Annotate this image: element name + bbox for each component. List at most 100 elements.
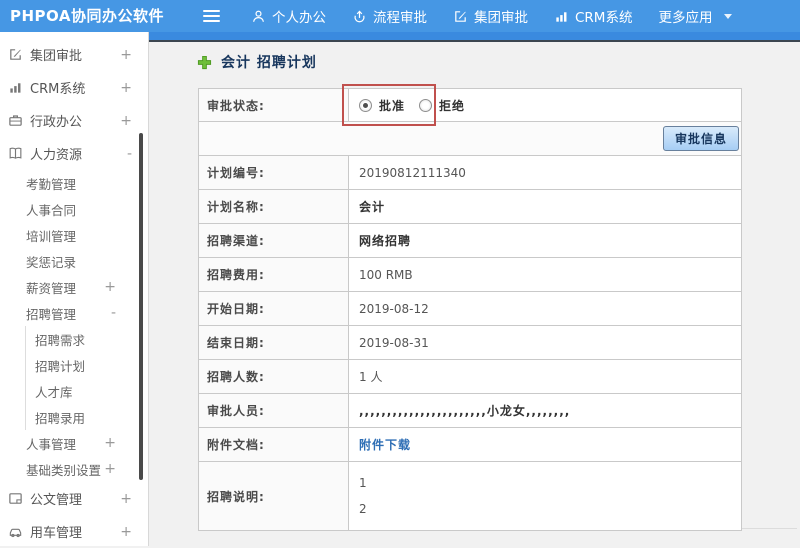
sidebar-item-label: 招聘计划 xyxy=(35,358,86,374)
page-title-text: 会计 招聘计划 xyxy=(221,55,317,71)
radio-reject-label[interactable]: 拒绝 xyxy=(439,97,465,114)
sidebar-item-recruit-plan[interactable]: 招聘计划 xyxy=(25,352,148,378)
row-start-date: 开始日期: 2019-08-12 xyxy=(199,292,741,326)
document-icon xyxy=(8,491,24,506)
expand-toggle[interactable]: + xyxy=(120,81,132,95)
radio-approve-label[interactable]: 批准 xyxy=(379,97,405,114)
expand-toggle[interactable]: + xyxy=(120,114,132,128)
sidebar-item-label: 招聘录用 xyxy=(35,410,86,426)
field-value: 20190812111340 xyxy=(359,165,466,180)
row-approval-status: 审批状态: 批准 拒绝 xyxy=(199,89,741,122)
expand-toggle[interactable]: + xyxy=(120,525,132,539)
sidebar-item-document-mgmt[interactable]: 公文管理 + xyxy=(0,482,148,515)
description-line: 1 xyxy=(359,476,367,490)
description-line: 2 xyxy=(359,502,367,516)
field-label: 招聘费用: xyxy=(199,258,349,291)
content-header-strip xyxy=(149,32,800,42)
sidebar-item-recruit-hire[interactable]: 招聘录用 xyxy=(25,404,148,430)
approval-radio-group: 批准 拒绝 xyxy=(359,97,479,114)
page-title: 会计 招聘计划 xyxy=(197,52,317,72)
sidebar-item-attendance[interactable]: 考勤管理 xyxy=(0,170,148,196)
topmenu-label: 集团审批 xyxy=(474,10,528,26)
sidebar-item-hr[interactable]: 人力资源 - xyxy=(0,137,148,170)
sidebar-item-salary[interactable]: 薪资管理 + xyxy=(0,274,148,300)
row-recruit-channel: 招聘渠道: 网络招聘 xyxy=(199,224,741,258)
sidebar-item-label: 考勤管理 xyxy=(26,176,77,192)
radio-reject[interactable] xyxy=(419,98,433,112)
attachment-download-link[interactable]: 附件下载 xyxy=(359,436,411,453)
bar-chart-icon xyxy=(554,9,569,24)
field-label: 结束日期: xyxy=(199,326,349,359)
edit-square-icon xyxy=(453,9,468,24)
field-value: ,,,,,,,,,,,,,,,,,,,,,,,小龙女,,,,,,,, xyxy=(359,404,571,418)
field-label: 计划名称: xyxy=(199,190,349,223)
sidebar-item-personnel[interactable]: 人事管理 + xyxy=(0,430,148,456)
topmenu-process-approval[interactable]: 流程审批 xyxy=(339,0,440,32)
sidebar-item-recruit-demand[interactable]: 招聘需求 xyxy=(25,326,148,352)
collapse-toggle[interactable]: - xyxy=(127,147,132,161)
sidebar-item-label: 基础类别设置 xyxy=(26,462,102,478)
sidebar-item-label: 人力资源 xyxy=(30,148,83,163)
main-content: 会计 招聘计划 审批状态: 批准 拒绝 审批信息 计划编号: 201908121… xyxy=(149,32,800,546)
expand-toggle[interactable]: + xyxy=(104,462,116,476)
row-recruit-description: 招聘说明: 1 2 xyxy=(199,462,741,530)
field-label: 开始日期: xyxy=(199,292,349,325)
radio-approve[interactable] xyxy=(359,98,372,112)
expand-toggle[interactable]: + xyxy=(104,280,116,294)
person-icon xyxy=(251,9,266,24)
sidebar-item-hr-contract[interactable]: 人事合同 xyxy=(0,196,148,222)
sidebar: 集团审批 + CRM系统 + 行政办公 + 人力资源 - 考勤管理 人事合同 培… xyxy=(0,32,149,546)
sidebar-item-label: 招聘管理 xyxy=(26,306,77,322)
sidebar-item-rewards[interactable]: 奖惩记录 xyxy=(0,248,148,274)
field-label: 计划编号: xyxy=(199,156,349,189)
field-value: 2019-08-31 xyxy=(359,335,429,350)
expand-toggle[interactable]: + xyxy=(120,492,132,506)
row-headcount: 招聘人数: 1 人 xyxy=(199,360,741,394)
topmenu-label: CRM系统 xyxy=(575,10,633,26)
field-label: 招聘渠道: xyxy=(199,224,349,257)
row-approvers: 审批人员: ,,,,,,,,,,,,,,,,,,,,,,,小龙女,,,,,,,, xyxy=(199,394,741,428)
sidebar-item-label: 集团审批 xyxy=(30,49,83,64)
field-value: 附件下载 xyxy=(349,428,741,461)
sidebar-scrollbar[interactable] xyxy=(139,133,143,480)
briefcase-icon xyxy=(8,113,24,128)
top-menu: 个人办公 流程审批 集团审批 CRM系统 更多应用 xyxy=(238,0,745,32)
process-arrow-icon xyxy=(352,9,367,24)
open-book-icon xyxy=(8,146,24,161)
topmenu-group-approval[interactable]: 集团审批 xyxy=(440,0,541,32)
sidebar-item-label: 用车管理 xyxy=(30,526,83,541)
collapse-toggle[interactable]: - xyxy=(111,306,116,320)
sidebar-item-vehicle-mgmt[interactable]: 用车管理 + xyxy=(0,515,148,548)
sidebar-item-admin-office[interactable]: 行政办公 + xyxy=(0,104,148,137)
expand-toggle[interactable]: + xyxy=(120,48,132,62)
expand-toggle[interactable]: + xyxy=(104,436,116,450)
sidebar-item-group-approval[interactable]: 集团审批 + xyxy=(0,38,148,71)
field-value: 网络招聘 xyxy=(359,234,412,248)
sidebar-item-label: 人才库 xyxy=(35,384,73,400)
sidebar-item-label: 奖惩记录 xyxy=(26,254,77,270)
field-value: 1 人 xyxy=(359,370,383,384)
sidebar-item-label: 人事管理 xyxy=(26,436,77,452)
topmenu-more-apps[interactable]: 更多应用 xyxy=(645,0,745,32)
sidebar-item-training[interactable]: 培训管理 xyxy=(0,222,148,248)
topmenu-label: 流程审批 xyxy=(373,10,427,26)
sidebar-item-crm[interactable]: CRM系统 + xyxy=(0,71,148,104)
sidebar-item-talent-pool[interactable]: 人才库 xyxy=(25,378,148,404)
sidebar-item-label: CRM系统 xyxy=(30,82,86,97)
row-plan-number: 计划编号: 20190812111340 xyxy=(199,156,741,190)
topmenu-personal-office[interactable]: 个人办公 xyxy=(238,0,339,32)
sidebar-item-label: 薪资管理 xyxy=(26,280,77,296)
field-label: 附件文档: xyxy=(199,428,349,461)
sidebar-item-label: 行政办公 xyxy=(30,115,83,130)
hamburger-icon[interactable] xyxy=(203,10,220,25)
row-end-date: 结束日期: 2019-08-31 xyxy=(199,326,741,360)
approve-info-button[interactable]: 审批信息 xyxy=(662,126,739,151)
topmenu-label: 个人办公 xyxy=(272,10,326,26)
sidebar-item-recruitment[interactable]: 招聘管理 - xyxy=(0,300,148,326)
topmenu-crm[interactable]: CRM系统 xyxy=(541,0,645,32)
row-plan-name: 计划名称: 会计 xyxy=(199,190,741,224)
sidebar-item-base-category[interactable]: 基础类别设置 + xyxy=(0,456,148,482)
field-value: 2019-08-12 xyxy=(359,301,429,316)
car-icon xyxy=(8,524,24,539)
topmenu-label: 更多应用 xyxy=(658,10,713,26)
